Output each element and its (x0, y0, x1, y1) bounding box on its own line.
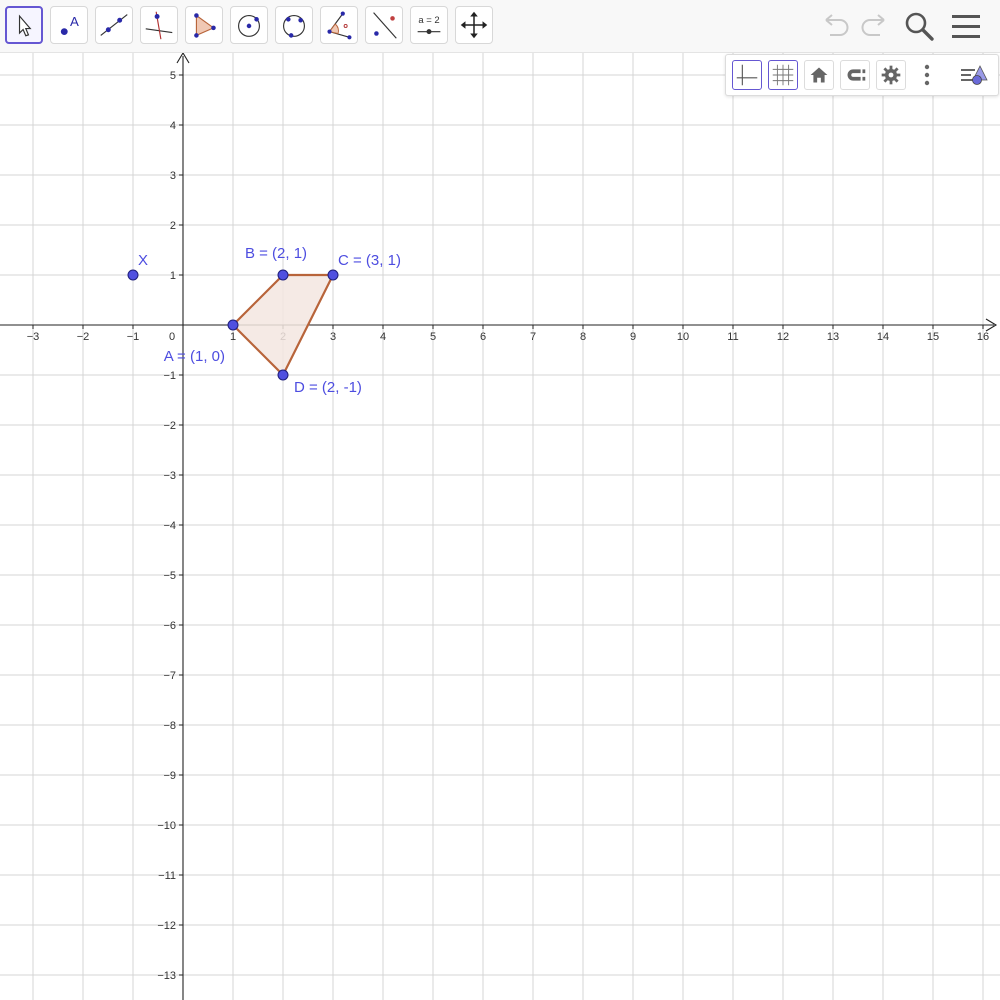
move-graphics-view-tool[interactable] (455, 6, 493, 44)
x-tick-label: 9 (630, 331, 636, 343)
y-tick-label: −1 (163, 370, 176, 382)
point-x[interactable] (127, 269, 139, 281)
x-tick-label: −3 (27, 331, 40, 343)
search-button[interactable] (901, 8, 937, 44)
x-tick-label: 6 (480, 331, 486, 343)
y-tick-label: −4 (163, 520, 176, 532)
y-tick-label: 4 (170, 120, 176, 132)
perpendicular-line-icon (145, 11, 173, 40)
x-tick-label: 8 (580, 331, 586, 343)
style-bar-toggle-icon (961, 65, 988, 85)
y-tick-label: 3 (170, 170, 176, 182)
y-tick-label: −10 (157, 820, 176, 832)
redo-button[interactable] (856, 8, 892, 44)
slider-tool-label: a = 2 (418, 15, 439, 26)
point-tool-label: A (70, 14, 79, 29)
circle-three-points-tool[interactable] (275, 6, 313, 44)
more-vertical-icon (924, 64, 930, 86)
y-tick-label: −13 (157, 970, 176, 982)
style-bar-toggle-button[interactable] (958, 60, 988, 90)
circle-center-point-icon (238, 14, 260, 37)
line-tool[interactable] (95, 6, 133, 44)
x-tick-label: 15 (927, 331, 939, 343)
point-capturing-button[interactable] (840, 60, 870, 90)
point-label-c: C = (3, 1) (338, 252, 401, 269)
point-a[interactable] (227, 319, 239, 331)
point-c[interactable] (327, 269, 339, 281)
y-tick-label: −12 (157, 920, 176, 932)
x-tick-label: 10 (677, 331, 689, 343)
snap-icon (847, 69, 866, 81)
move-tool[interactable] (5, 6, 43, 44)
grid-toggle-button[interactable] (768, 60, 798, 90)
x-tick-label: −1 (127, 331, 140, 343)
x-tick-label: 1 (230, 331, 236, 343)
circle-three-points-icon (283, 14, 305, 38)
y-tick-label: −6 (163, 620, 176, 632)
polygon-icon (194, 13, 216, 38)
home-icon (810, 67, 828, 83)
graphics-view[interactable]: −3−2−101234567891011121314151654321−1−2−… (0, 53, 1000, 1000)
undo-button[interactable] (818, 8, 854, 44)
reflect-about-line-icon (373, 12, 397, 39)
point-label-b: B = (2, 1) (245, 245, 307, 262)
x-tick-label: 3 (330, 331, 336, 343)
gear-icon (881, 65, 901, 85)
menu-button[interactable] (948, 8, 984, 44)
standard-view-button[interactable] (804, 60, 834, 90)
x-tick-label: 7 (530, 331, 536, 343)
y-tick-label: 2 (170, 220, 176, 232)
slider-tool[interactable]: a = 2 (410, 6, 448, 44)
style-bar (725, 54, 999, 96)
grid-icon (772, 64, 794, 86)
y-tick-label: −8 (163, 720, 176, 732)
more-options-button[interactable] (912, 60, 942, 90)
x-tick-label: 13 (827, 331, 839, 343)
point-label-x: X (138, 252, 148, 269)
x-tick-label: 4 (380, 331, 386, 343)
polygon-tool[interactable] (185, 6, 223, 44)
menu-icon (952, 15, 980, 38)
y-tick-label: −5 (163, 570, 176, 582)
axes-icon (736, 64, 758, 86)
move-arrows-icon (460, 11, 488, 39)
redo-icon (861, 14, 885, 36)
y-tick-label: 1 (170, 270, 176, 282)
reflect-tool[interactable] (365, 6, 403, 44)
point-label-d: D = (2, -1) (294, 379, 362, 396)
point-icon: A (60, 14, 79, 36)
toolbar: A a = 2 (0, 0, 1000, 53)
point-d[interactable] (277, 369, 289, 381)
point-b[interactable] (277, 269, 289, 281)
graphics-settings-button[interactable] (876, 60, 906, 90)
angle-icon (327, 11, 352, 40)
y-tick-label: −7 (163, 670, 176, 682)
slider-icon: a = 2 (417, 15, 441, 35)
y-tick-label: −11 (158, 870, 176, 882)
x-tick-label: 12 (777, 331, 789, 343)
y-tick-label: 5 (170, 70, 176, 82)
search-icon (905, 12, 934, 41)
y-tick-label: −9 (163, 770, 176, 782)
point-tool[interactable]: A (50, 6, 88, 44)
y-tick-label: −3 (163, 470, 176, 482)
x-tick-label: 5 (430, 331, 436, 343)
perpendicular-line-tool[interactable] (140, 6, 178, 44)
point-label-a: A = (1, 0) (164, 348, 225, 365)
angle-tool[interactable] (320, 6, 358, 44)
x-tick-label: 14 (877, 331, 889, 343)
line-through-points-icon (100, 14, 128, 36)
cursor-arrow-icon (18, 14, 32, 37)
axes-toggle-button[interactable] (732, 60, 762, 90)
x-tick-label: 0 (169, 331, 175, 343)
circle-center-point-tool[interactable] (230, 6, 268, 44)
y-tick-label: −2 (163, 420, 176, 432)
x-tick-label: 16 (977, 331, 989, 343)
x-tick-label: 11 (727, 331, 738, 343)
undo-icon (825, 14, 849, 36)
x-tick-label: −2 (77, 331, 90, 343)
